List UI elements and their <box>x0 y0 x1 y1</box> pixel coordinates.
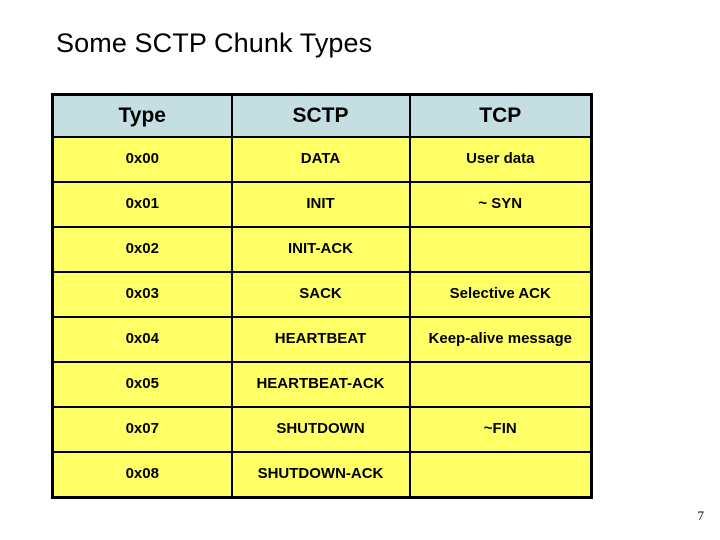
cell-type: 0x05 <box>51 360 233 408</box>
column-header-tcp: TCP <box>408 93 593 138</box>
table-header-row: Type SCTP TCP <box>51 93 593 138</box>
column-header-type: Type <box>51 93 233 138</box>
page-number: 7 <box>697 508 705 523</box>
cell-type: 0x04 <box>51 315 233 363</box>
table-header: Type SCTP TCP <box>51 93 593 138</box>
table-row: 0x03 SACK Selective ACK <box>51 270 593 318</box>
table-body: 0x00 DATA User data 0x01 INIT ~ SYN 0x02 INIT-A… <box>51 136 593 499</box>
cell-type: 0x00 <box>51 136 233 183</box>
cell-tcp: Selective ACK <box>408 270 593 318</box>
sctp-chunk-types-table: Type SCTP TCP 0x00 DATA User data 0x01 INIT ~… <box>51 93 593 499</box>
cell-sctp: HEARTBEAT <box>230 315 411 363</box>
slide-canvas: Some SCTP Chunk Types Type SCTP TCP 0x00… <box>0 0 720 540</box>
table-row: 0x02 INIT-ACK <box>51 225 593 273</box>
cell-type: 0x01 <box>51 180 233 228</box>
cell-sctp: SACK <box>230 270 411 318</box>
column-header-sctp: SCTP <box>230 93 411 138</box>
table-row: 0x07 SHUTDOWN ~FIN <box>51 405 593 453</box>
cell-sctp: DATA <box>230 136 411 183</box>
cell-sctp: INIT-ACK <box>230 225 411 273</box>
cell-tcp-empty <box>408 225 593 273</box>
table-row: 0x00 DATA User data <box>51 136 593 183</box>
cell-sctp: SHUTDOWN <box>230 405 411 453</box>
table-row: 0x05 HEARTBEAT-ACK <box>51 360 593 408</box>
cell-sctp: INIT <box>230 180 411 228</box>
cell-tcp: Keep-alive message <box>408 315 593 363</box>
sctp-chunk-types-table-container: Type SCTP TCP 0x00 DATA User data 0x01 INIT ~… <box>51 93 593 499</box>
page-title: Some SCTP Chunk Types <box>56 28 373 58</box>
cell-type: 0x03 <box>51 270 233 318</box>
table-row: 0x08 SHUTDOWN-ACK <box>51 450 593 499</box>
cell-type: 0x02 <box>51 225 233 273</box>
table-row: 0x04 HEARTBEAT Keep-alive message <box>51 315 593 363</box>
cell-tcp: User data <box>408 136 593 183</box>
cell-tcp: ~ SYN <box>408 180 593 228</box>
cell-tcp-empty <box>408 360 593 408</box>
cell-type: 0x08 <box>51 450 233 499</box>
cell-sctp: SHUTDOWN-ACK <box>230 450 411 499</box>
cell-tcp: ~FIN <box>408 405 593 453</box>
table-row: 0x01 INIT ~ SYN <box>51 180 593 228</box>
cell-tcp-empty <box>408 450 593 499</box>
cell-type: 0x07 <box>51 405 233 453</box>
cell-sctp: HEARTBEAT-ACK <box>230 360 411 408</box>
